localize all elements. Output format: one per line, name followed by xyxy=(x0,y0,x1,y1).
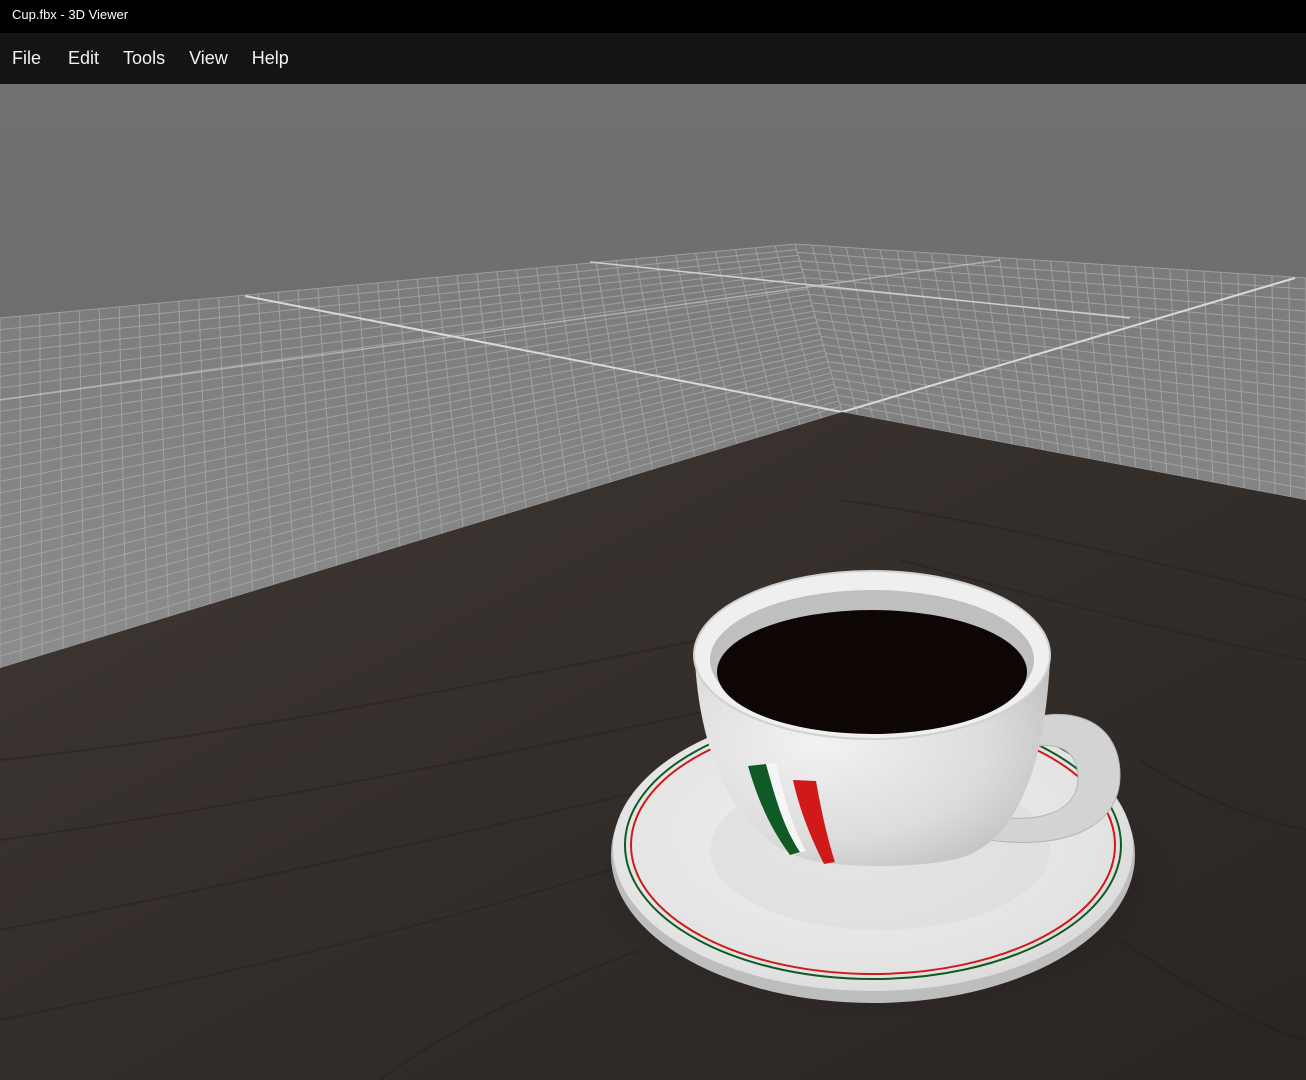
window-title: Cup.fbx - 3D Viewer xyxy=(12,7,129,22)
menu-help[interactable]: Help xyxy=(240,33,301,84)
coffee xyxy=(717,610,1027,734)
menu-edit[interactable]: Edit xyxy=(56,33,111,84)
menu-bar: File Edit Tools View Help xyxy=(0,33,1306,84)
window-title-bar: Cup.fbx - 3D Viewer xyxy=(0,0,1306,33)
menu-file[interactable]: File xyxy=(0,33,56,84)
menu-tools[interactable]: Tools xyxy=(111,33,177,84)
menu-view[interactable]: View xyxy=(177,33,240,84)
viewport-canvas[interactable] xyxy=(0,84,1306,1080)
3d-viewport[interactable] xyxy=(0,84,1306,1080)
